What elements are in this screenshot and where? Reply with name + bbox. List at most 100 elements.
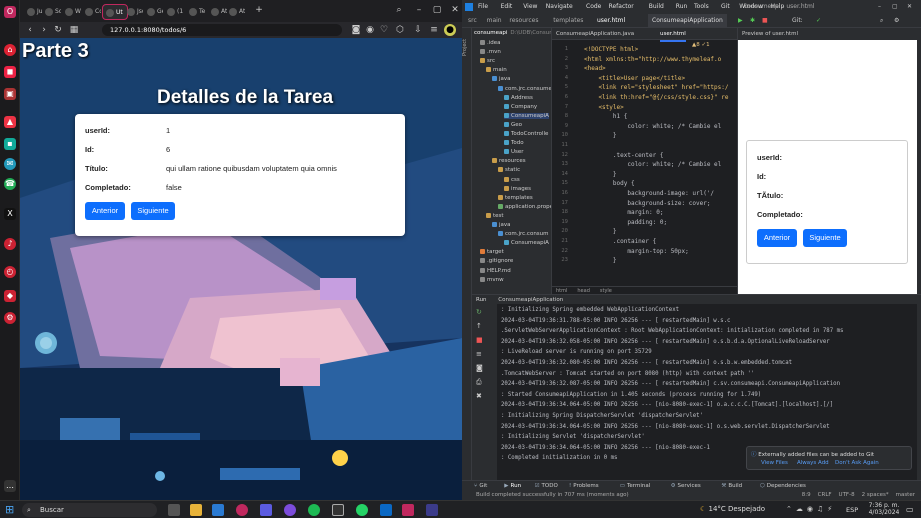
tree-item[interactable]: target: [480, 249, 504, 255]
tree-item[interactable]: java: [492, 222, 511, 228]
camera-icon[interactable]: ◙: [350, 24, 362, 36]
breadcrumb-item[interactable]: main: [487, 14, 502, 28]
whatsapp-icon[interactable]: ☎: [4, 178, 16, 190]
history-icon[interactable]: ◴: [4, 266, 16, 278]
browser-tab[interactable]: (155: [164, 4, 183, 20]
tree-item[interactable]: Address: [504, 94, 533, 101]
tree-item[interactable]: TodoControlle: [504, 131, 548, 137]
tree-item[interactable]: com.jrc.consumea: [498, 85, 551, 92]
clock[interactable]: 7:36 p. m. 4/03/2024: [866, 502, 902, 516]
messenger-icon[interactable]: ✉: [4, 158, 16, 170]
music-icon[interactable]: ♪: [4, 238, 16, 250]
browser-tab[interactable]: Atta: [208, 4, 227, 20]
menu-item-file[interactable]: File: [478, 0, 488, 14]
new-tab-icon[interactable]: +: [252, 3, 266, 17]
breadcrumb-item[interactable]: user.html: [597, 14, 625, 28]
tree-item[interactable]: java: [492, 76, 511, 82]
browser-tab[interactable]: Teor: [186, 4, 205, 20]
print-icon[interactable]: ⎙: [476, 378, 482, 387]
menu-item-git[interactable]: Git: [721, 0, 730, 14]
settings-icon[interactable]: ⚙: [894, 14, 899, 28]
tree-item[interactable]: images: [504, 185, 531, 192]
gx-icon[interactable]: ▣: [4, 88, 16, 100]
breadcrumb-item[interactable]: templates: [553, 14, 583, 28]
home-icon[interactable]: ⌂: [4, 44, 16, 56]
tree-item[interactable]: .gitignore: [480, 258, 513, 264]
preview-tab[interactable]: Preview of user.html: [738, 28, 918, 40]
stop-icon[interactable]: ■: [476, 336, 483, 344]
inspection-badge[interactable]: ▲8 ✓1: [692, 42, 710, 48]
menu-icon[interactable]: ≡: [428, 24, 440, 36]
spotify-icon[interactable]: [308, 504, 320, 516]
tool-project[interactable]: Project: [462, 32, 472, 62]
extensions-icon[interactable]: ⬡: [394, 24, 406, 36]
preview-previous-button[interactable]: Anterior: [757, 229, 797, 247]
tray-icons[interactable]: ⌃☁◉♫⚡: [786, 505, 836, 513]
git-label-icon[interactable]: Git:: [792, 14, 803, 28]
up-icon[interactable]: ↑: [476, 322, 482, 330]
menu-item-tools[interactable]: Tools: [694, 0, 709, 14]
stop-icon[interactable]: ■: [762, 14, 768, 28]
tree-item[interactable]: templates: [498, 194, 533, 201]
download-icon[interactable]: ⇩: [412, 24, 424, 36]
whatsapp-icon[interactable]: [356, 504, 368, 516]
tree-item[interactable]: static: [498, 167, 520, 173]
tree-item[interactable]: ConsumeapiA: [504, 240, 549, 246]
run-icon[interactable]: ▶: [738, 14, 743, 28]
debug-icon[interactable]: ✱: [750, 14, 755, 28]
tree-item[interactable]: ConsumeapiA: [504, 112, 549, 119]
tree-item[interactable]: main: [486, 67, 507, 73]
heart-icon[interactable]: ♡: [378, 24, 390, 36]
status-item[interactable]: UTF-8: [839, 492, 855, 498]
tree-item[interactable]: css: [504, 176, 520, 183]
status-item[interactable]: CRLF: [818, 492, 832, 498]
project-root[interactable]: consumeapiD:\UDB\Consumeapi: [474, 30, 551, 36]
task-view-icon[interactable]: [168, 504, 180, 516]
tree-item[interactable]: Geo: [504, 121, 522, 128]
minimize-icon[interactable]: –: [412, 3, 426, 17]
more-icon[interactable]: …: [4, 480, 16, 492]
camera-icon[interactable]: ◙: [476, 364, 483, 372]
browser-tab[interactable]: Jsor: [124, 4, 143, 20]
run-tab-label[interactable]: Run: [472, 297, 487, 303]
language-indicator[interactable]: ESP: [846, 506, 858, 514]
maximize-icon[interactable]: ▢: [430, 3, 444, 17]
browser-tab[interactable]: Atta: [226, 4, 245, 20]
tree-item[interactable]: Todo: [504, 140, 524, 146]
tree-item[interactable]: application.prope: [498, 203, 551, 210]
terminal-icon[interactable]: [426, 504, 438, 516]
editor-tab-java[interactable]: ConsumeapiApplication.java: [556, 28, 634, 40]
trash-icon[interactable]: ✖: [476, 392, 482, 400]
twitch-icon[interactable]: ▪: [4, 138, 16, 150]
status-item[interactable]: master: [896, 492, 915, 498]
menu-item-refactor[interactable]: Refactor: [609, 0, 634, 14]
menu-item-run[interactable]: Run: [676, 0, 688, 14]
previous-button[interactable]: Anterior: [85, 202, 125, 220]
x-icon[interactable]: X: [4, 208, 16, 220]
discord-icon[interactable]: [260, 504, 272, 516]
wrap-icon[interactable]: ≡: [476, 350, 482, 358]
app-icon[interactable]: [284, 504, 296, 516]
profile-avatar[interactable]: ●: [444, 24, 456, 36]
back-icon[interactable]: ‹: [24, 24, 36, 36]
tree-item[interactable]: mvnw: [480, 276, 504, 283]
preview-next-button[interactable]: Siguiente: [803, 229, 847, 247]
menu-item-edit[interactable]: Edit: [501, 0, 513, 14]
menu-item-view[interactable]: View: [523, 0, 537, 14]
search-tabs-icon[interactable]: ⌕: [392, 3, 406, 17]
tree-item[interactable]: com.jrc.consum: [498, 231, 549, 237]
next-button[interactable]: Siguiente: [131, 202, 175, 220]
breadcrumb-item[interactable]: src: [468, 14, 477, 28]
always-add-link[interactable]: Always Add: [797, 460, 829, 466]
breadcrumb-item[interactable]: resources: [509, 14, 538, 28]
shield-icon[interactable]: ◉: [364, 24, 376, 36]
close-icon[interactable]: ✕: [448, 3, 462, 17]
minimize-icon[interactable]: –: [878, 0, 881, 14]
opera-gx-icon[interactable]: [402, 504, 414, 516]
taskbar-search[interactable]: ⌕ Buscar: [22, 503, 157, 517]
tree-item[interactable]: test: [486, 212, 504, 219]
menu-item-build[interactable]: Build: [649, 0, 664, 14]
skype-icon[interactable]: [380, 504, 392, 516]
tree-item[interactable]: src: [480, 58, 495, 64]
browser-tab[interactable]: Sou: [42, 4, 61, 20]
